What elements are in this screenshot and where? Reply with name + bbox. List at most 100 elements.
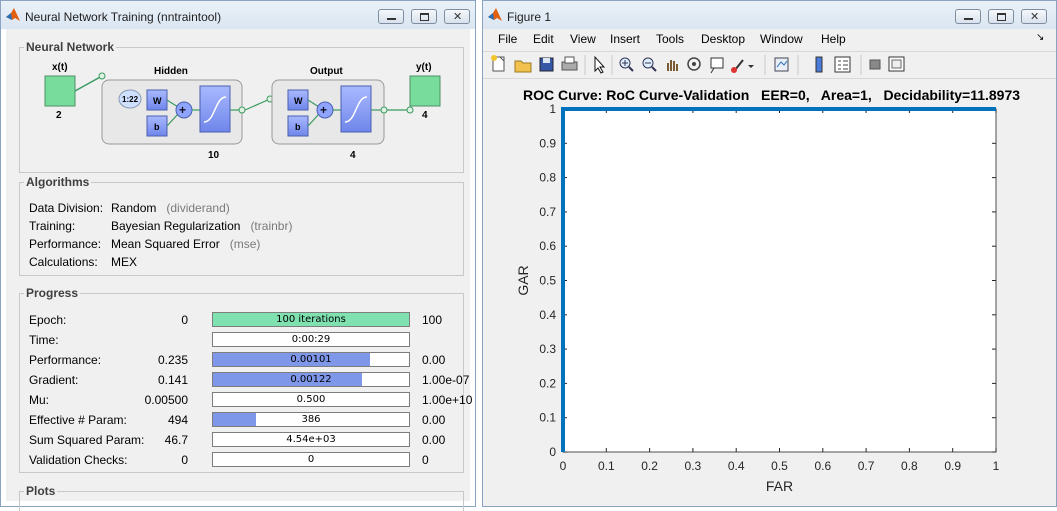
progress-bar-text: 0:00:29 [291, 334, 331, 345]
progress-end: 0 [422, 453, 429, 467]
progress-row: Validation Checks: 0 0 0 [20, 452, 460, 468]
plot-area [562, 108, 997, 453]
progress-bar: 100 iterations [212, 312, 410, 327]
algorithm-row: Calculations: [29, 255, 98, 269]
data-cursor-icon [710, 57, 724, 74]
output-size: 4 [350, 150, 356, 161]
progress-row: Gradient: 0.141 0.00122 1.00e-07 [20, 372, 469, 388]
figure-canvas[interactable]: ROC Curve: RoC Curve-Validation EER=0, A… [483, 79, 1056, 506]
algorithm-value: Random [111, 201, 157, 215]
y-tick-label: 1 [549, 102, 556, 116]
dock-arrow-icon[interactable]: ↘ [1036, 32, 1044, 43]
progress-bar: 0.00122 [212, 372, 410, 387]
progress-heading: Progress [24, 286, 81, 300]
x-axis-label: FAR [766, 478, 793, 494]
input-node [98, 72, 106, 80]
window-title: Neural Network Training (nntraintool) [25, 10, 222, 24]
x-tick-label: 0.6 [814, 459, 831, 473]
roc-chart: ROC Curve: RoC Curve-Validation EER=0, A… [515, 87, 1020, 494]
minimize-button[interactable] [955, 9, 981, 24]
progress-bar-text: 0.00101 [290, 354, 332, 365]
menu-tools[interactable]: Tools [656, 32, 684, 46]
y-axis-label: GAR [515, 265, 531, 295]
x-tick-label: 0.4 [728, 459, 745, 473]
show-tools-icon [888, 56, 905, 72]
menu-insert[interactable]: Insert [610, 32, 640, 46]
new-file-icon [491, 55, 505, 72]
algorithm-label: Calculations: [29, 255, 98, 269]
progress-label: Performance: [29, 353, 102, 367]
algorithm-value: Mean Squared Error [111, 237, 220, 251]
open-folder-icon [514, 60, 532, 73]
hide-tools-icon [869, 59, 881, 70]
input-block [44, 75, 76, 107]
progress-row: Epoch: 0 100 iterations 100 [20, 312, 460, 328]
neural-network-panel: Neural Network x(t) 2 Hidden 1:22 W b + … [19, 40, 464, 173]
menu-file[interactable]: File [498, 32, 517, 46]
svg-text:+: + [320, 103, 327, 117]
menu-help[interactable]: Help [821, 32, 846, 46]
progress-bar-text: 100 iterations [276, 314, 346, 325]
progress-end: 1.00e-07 [422, 373, 470, 387]
algorithm-row: Data Division: [29, 201, 103, 215]
algorithm-func: (dividerand) [166, 201, 230, 215]
y-tick-label: 0 [549, 445, 556, 459]
progress-end: 0.00 [422, 413, 446, 427]
algorithm-label: Training: [29, 219, 76, 233]
output-b-label: b [295, 122, 301, 132]
algorithms-heading: Algorithms [24, 175, 92, 189]
menu-desktop[interactable]: Desktop [701, 32, 745, 46]
progress-bar-text: 4.54e+03 [286, 434, 336, 445]
x-tick-label: 0.3 [685, 459, 702, 473]
progress-start: 0.141 [157, 373, 188, 387]
input-label: x(t) [52, 62, 68, 73]
plots-panel: Plots [19, 484, 464, 511]
close-button[interactable]: ✕ [444, 9, 470, 24]
y-tick-label: 0.1 [539, 411, 556, 425]
progress-end: 1.00e+10 [422, 393, 473, 407]
progress-end: 100 [422, 313, 443, 327]
hidden-delay: 1:22 [122, 95, 139, 104]
menu-edit[interactable]: Edit [533, 32, 554, 46]
output-count: 4 [422, 110, 428, 121]
progress-end: 0.00 [422, 353, 446, 367]
x-tick-label: 0.5 [771, 459, 788, 473]
algorithm-value-row: Mean Squared Error (mse) [111, 237, 260, 251]
progress-row: Time: 0:00:29 [20, 332, 460, 348]
figure-title-bar[interactable]: Figure 1 ✕ [483, 1, 1056, 29]
y-tick-label: 0.5 [539, 274, 556, 288]
progress-bar: 4.54e+03 [212, 432, 410, 447]
algorithm-value: Bayesian Regularization [111, 219, 241, 233]
progress-bar: 0.500 [212, 392, 410, 407]
minimize-button[interactable] [378, 9, 404, 24]
progress-bar: 0 [212, 452, 410, 467]
progress-bar-text: 0 [307, 454, 315, 465]
progress-label: Validation Checks: [29, 453, 128, 467]
menu-view[interactable]: View [570, 32, 596, 46]
progress-bar: 386 [212, 412, 410, 427]
menu-bar: File Edit View Insert Tools Desktop Wind… [483, 29, 1056, 49]
y-tick-label: 0.8 [539, 171, 556, 185]
toolbar-icons [491, 55, 905, 75]
progress-label: Epoch: [29, 313, 67, 327]
x-tick-label: 0.1 [598, 459, 615, 473]
menu-window[interactable]: Window [760, 32, 803, 46]
close-button[interactable]: ✕ [1021, 9, 1047, 24]
figure-toolbar [483, 51, 1056, 79]
algorithms-panel: Algorithms Data Division: Random (divide… [19, 175, 464, 276]
maximize-button[interactable] [411, 9, 437, 24]
title-bar[interactable]: Neural Network Training (nntraintool) ✕ [1, 1, 475, 29]
svg-text:+: + [179, 103, 186, 117]
progress-row: Effective # Param: 494 386 0.00 [20, 412, 460, 428]
x-tick-label: 0.8 [901, 459, 918, 473]
progress-row: Performance: 0.235 0.00101 0.00 [20, 352, 460, 368]
x-tick-label: 1 [993, 459, 1000, 473]
progress-bar: 0:00:29 [212, 332, 410, 347]
x-tick-label: 0.2 [641, 459, 658, 473]
progress-bar-text: 0.500 [296, 394, 326, 405]
progress-end: 0.00 [422, 433, 446, 447]
y-tick-label: 0.6 [539, 239, 556, 253]
x-tick-label: 0.7 [858, 459, 875, 473]
maximize-button[interactable] [988, 9, 1014, 24]
hidden-title: Hidden [154, 66, 188, 77]
